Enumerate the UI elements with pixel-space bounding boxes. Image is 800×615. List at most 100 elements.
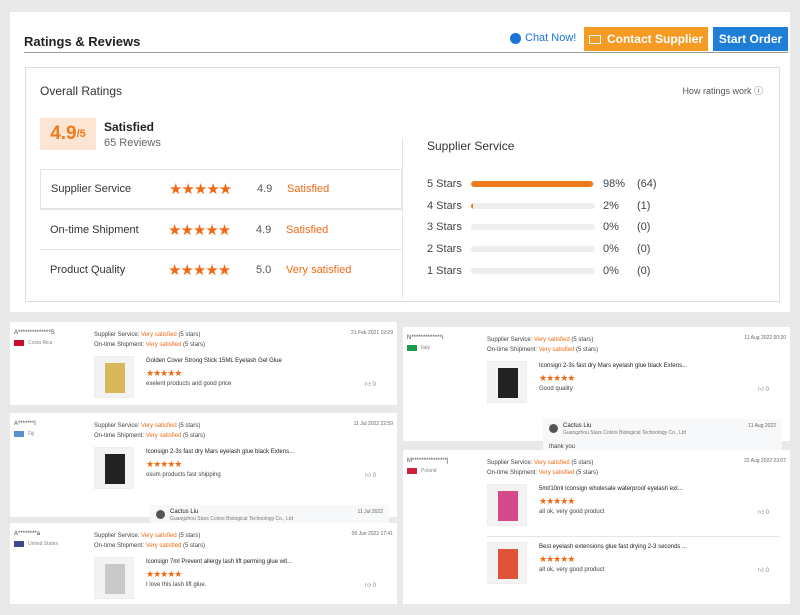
chat-label: Chat Now! <box>525 32 577 44</box>
score-max: /5 <box>76 128 86 140</box>
rating-stars: (5 stars) <box>183 543 206 549</box>
country-name: Costa Rica <box>28 340 53 346</box>
section-title: Ratings & Reviews <box>24 34 141 49</box>
rating-stars: (5 stars) <box>576 470 599 476</box>
rating-stars: (5 stars) <box>178 332 201 338</box>
review-stars: ★★★★★ <box>146 459 182 469</box>
star-label: 3 Stars <box>427 221 462 234</box>
review-card: A**************S Costa Rica Supplier Servi… <box>10 322 397 405</box>
product-thumbnail[interactable] <box>94 356 134 398</box>
review-stars: ★★★★★ <box>146 368 182 378</box>
product-image <box>498 549 518 579</box>
review-product: Iconsign 2-3s fast dry Mars eyelash glue… <box>487 361 777 405</box>
shipment-rating: On-time Shipment: Very satisfied (5 star… <box>487 468 598 478</box>
star-rating: ★★★★★ <box>169 181 232 198</box>
score-value: 4.9 <box>50 123 77 144</box>
rating-row: Supplier Service ★★★★★ 4.9 Satisfied <box>40 169 402 209</box>
start-order-button[interactable]: Start Order <box>713 27 788 51</box>
contact-supplier-button[interactable]: Contact Supplier <box>584 27 708 51</box>
review-product: Best eyelash extensions glue fast drying… <box>487 542 777 586</box>
count: (0) <box>637 242 651 255</box>
like-count: 0 <box>765 387 769 393</box>
score-badge: 4.9/5 <box>40 118 96 150</box>
rating-text: Satisfied <box>287 183 330 195</box>
avatar <box>156 510 165 519</box>
service-rating: Supplier Service: Very satisfied (5 star… <box>94 531 205 541</box>
star-label: 2 Stars <box>427 242 462 255</box>
like-button[interactable]: 👍︎ 0 <box>365 471 376 479</box>
rating-stars: (5 stars) <box>576 347 599 353</box>
rating-value: Very satisfied <box>141 533 179 539</box>
rating-value: Very satisfied <box>141 423 179 429</box>
rating-value: 4.9 <box>257 183 273 195</box>
shipment-rating: On-time Shipment: Very satisfied (5 star… <box>94 541 205 551</box>
review-comment: Good quality <box>539 386 573 392</box>
count: (1) <box>637 199 651 212</box>
product-name[interactable]: Golden Cover Strong Stick 15ML Eyelash G… <box>146 358 282 364</box>
country-name: Poland <box>421 468 437 474</box>
like-count: 0 <box>372 473 376 479</box>
product-name[interactable]: Iconsign 7ml Prevent allergy lash lift p… <box>146 559 292 565</box>
review-card: A*******l Fiji Supplier Service: Very sati… <box>10 413 397 541</box>
reply-date: 11 Aug 2022 <box>748 423 776 429</box>
ratings-panel: Ratings & Reviews Chat Now! Contact Supp… <box>10 12 790 312</box>
like-button[interactable]: 👍︎ 0 <box>365 380 376 388</box>
reviewer-name: N*************i <box>407 335 444 341</box>
review-comment: osum products fast shipping <box>146 472 221 478</box>
product-thumbnail[interactable] <box>487 361 527 403</box>
reviewer-name: A********a <box>14 531 41 537</box>
avatar <box>549 424 558 433</box>
review-comment: exelent products and good price <box>146 381 232 387</box>
count: (64) <box>637 177 657 190</box>
percent: 0% <box>603 242 619 255</box>
rating-value: Very satisfied <box>534 337 572 343</box>
rating-value: Very satisfied <box>145 433 184 439</box>
reviewer-name: A*******l <box>14 421 36 427</box>
chat-now-link[interactable]: Chat Now! <box>510 32 576 44</box>
product-name[interactable]: Best eyelash extensions glue fast drying… <box>539 544 687 550</box>
product-image <box>105 454 125 484</box>
thumbs-up-icon: 👍︎ <box>364 473 373 479</box>
reviewer-country: Italy <box>407 345 430 351</box>
how-ratings-work-link[interactable]: How ratings work ⓘ <box>682 84 763 97</box>
review-product: Iconsign 2-3s fast dry Mars eyelash glue… <box>94 447 384 491</box>
service-rating: Supplier Service: Very satisfied (5 star… <box>487 335 598 345</box>
product-thumbnail[interactable] <box>487 542 527 584</box>
product-name[interactable]: Iconsign 2-3s fast dry Mars eyelash glue… <box>146 449 294 455</box>
review-stars: ★★★★★ <box>539 496 575 506</box>
product-thumbnail[interactable] <box>94 557 134 599</box>
like-button[interactable]: 👍︎ 0 <box>758 566 769 574</box>
thumbs-up-icon: 👍︎ <box>757 568 766 574</box>
progress-track <box>471 245 595 252</box>
rating-stars: (5 stars) <box>571 460 594 466</box>
rating-stars: (5 stars) <box>183 342 206 348</box>
contact-label: Contact Supplier <box>606 32 703 46</box>
rating-label: Supplier Service: <box>94 332 142 338</box>
review-stars: ★★★★★ <box>539 373 575 383</box>
product-image <box>105 363 125 393</box>
reply-company: Guangzhou Stars Colors Biological Techno… <box>563 430 687 436</box>
product-name[interactable]: Iconsign 2-3s fast dry Mars eyelash glue… <box>539 363 687 369</box>
thumbs-up-icon: 👍︎ <box>364 583 373 589</box>
count: (0) <box>637 221 651 234</box>
rating-text: Satisfied <box>286 223 329 236</box>
reviewer-country: Fiji <box>14 431 34 437</box>
review-card: A********a United States Supplier Service:… <box>10 523 397 604</box>
product-thumbnail[interactable] <box>487 484 527 526</box>
rating-text: Very satisfied <box>286 263 352 276</box>
service-rating: Supplier Service: Very satisfied (5 star… <box>487 458 598 468</box>
overall-ratings-box: Overall Ratings How ratings work ⓘ 4.9/5… <box>25 67 780 302</box>
review-count: 65 Reviews <box>104 137 161 149</box>
help-icon: ⓘ <box>753 86 763 96</box>
product-name[interactable]: 5ml/10ml Iconsign wholesale waterproof e… <box>539 486 683 492</box>
count: (0) <box>637 264 651 277</box>
progress-track <box>471 267 595 274</box>
like-button[interactable]: 👍︎ 0 <box>365 581 376 589</box>
star-rating: ★★★★★ <box>168 261 231 279</box>
rating-label: Supplier Service: <box>487 460 535 466</box>
thumbs-up-icon: 👍︎ <box>757 510 766 516</box>
product-thumbnail[interactable] <box>94 447 134 489</box>
percent: 2% <box>603 199 619 212</box>
like-button[interactable]: 👍︎ 0 <box>758 508 769 516</box>
like-button[interactable]: 👍︎ 0 <box>758 385 769 393</box>
